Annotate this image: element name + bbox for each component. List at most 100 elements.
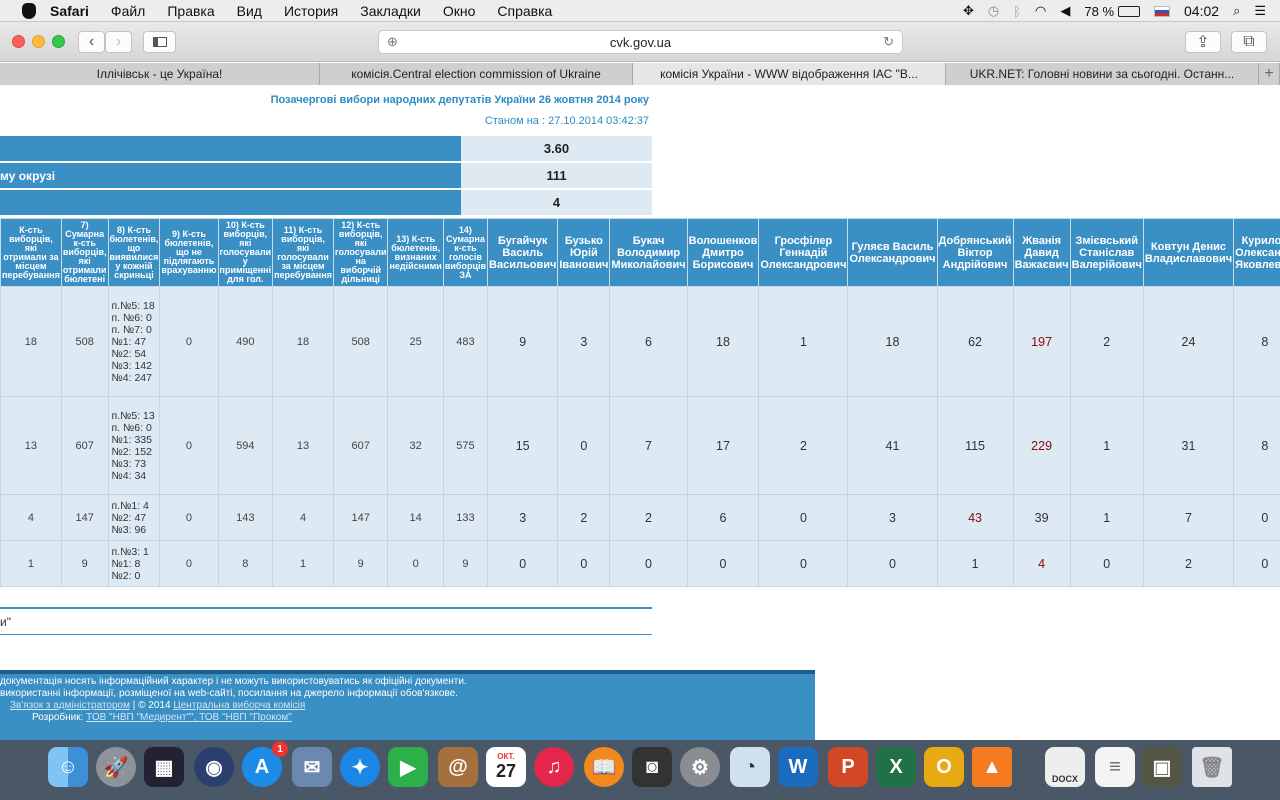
safari-icon[interactable]: ✦ (340, 747, 380, 787)
volume-icon[interactable]: ◀ (1060, 3, 1070, 19)
candidate-header[interactable]: Ковтун Денис Владиславович (1142, 218, 1235, 287)
menu-item-history[interactable]: История (284, 3, 338, 19)
vote-cell: 2 (557, 494, 611, 541)
footer-disclaimer: документація носять інформаційний характ… (0, 676, 467, 687)
apple-icon[interactable] (22, 2, 36, 19)
address-bar[interactable]: ⊕ cvk.gov.ua ↻ (378, 30, 903, 54)
vote-cell: 2 (758, 396, 849, 495)
trash-icon[interactable]: 🗑 (1192, 747, 1232, 787)
candidate-header[interactable]: Гуляєв Василь Олександрович (847, 218, 938, 287)
vlc-icon[interactable]: ▲ (972, 747, 1012, 787)
menu-item-edit[interactable]: Правка (167, 3, 214, 19)
show-tabs-button[interactable]: ⧉ (1231, 31, 1267, 53)
candidate-header[interactable]: Жванія Давид Важаєвич (1012, 218, 1071, 287)
vote-cell: 41 (847, 396, 938, 495)
election-title: Позачергові вибори народних депутатів Ук… (270, 94, 649, 106)
vote-cell: 1 (936, 540, 1014, 587)
menu-item-view[interactable]: Вид (237, 3, 262, 19)
clock[interactable]: 04:02 (1184, 3, 1219, 19)
add-page-icon[interactable]: ⊕ (387, 34, 398, 50)
docx-file-icon[interactable]: DOCX (1045, 747, 1085, 787)
notification-center-icon[interactable]: ☰ (1254, 3, 1266, 19)
dropbox-icon[interactable]: ✥ (963, 3, 974, 19)
tab-illichivsk[interactable]: Іллічівськ - це Україна! (0, 63, 320, 85)
mission-control-icon[interactable]: ▦ (144, 747, 184, 787)
table-cell: 14 (387, 494, 444, 541)
itunes-icon[interactable]: ♫ (534, 747, 574, 787)
tab-ukrnet[interactable]: UKR.NET: Головні новини за сьогодні. Ост… (946, 63, 1259, 85)
candidate-header[interactable]: Змієвський Станіслав Валерійович (1069, 218, 1144, 287)
spotlight-icon[interactable]: ⌕ (1233, 3, 1240, 19)
share-icon: ⇪ (1196, 34, 1210, 51)
candidate-header[interactable]: Бугайчук Василь Васильович (487, 218, 559, 287)
vote-cell: 7 (1142, 494, 1235, 541)
candidate-header[interactable]: Букач Володимир Миколайович (609, 218, 688, 287)
menu-item-bookmarks[interactable]: Закладки (360, 3, 421, 19)
candidate-header[interactable]: Волошенков Дмитро Борисович (686, 218, 760, 287)
contacts-icon[interactable]: @ (438, 747, 478, 787)
image-stack-icon[interactable]: ▣ (1142, 747, 1182, 787)
outlook-icon[interactable]: O (924, 747, 964, 787)
vote-cell: 2 (1142, 540, 1235, 587)
dashboard-icon[interactable]: ◉ (194, 747, 234, 787)
table-cell: 147 (60, 494, 109, 541)
facetime-icon[interactable]: ▶ (388, 747, 428, 787)
menu-item-help[interactable]: Справка (497, 3, 552, 19)
column-header: К-сть виборців, які отримали за місцем п… (0, 218, 62, 287)
vote-cell: 1 (758, 286, 849, 397)
vote-cell-leader: 4 (1012, 540, 1071, 587)
wifi-icon[interactable]: ◠ (1035, 3, 1046, 19)
table-cell: 0 (387, 540, 444, 587)
status-timestamp: Станом на : 27.10.2014 03:42:37 (484, 115, 649, 127)
app-store-badge: 1 (272, 741, 288, 757)
sidebar-button[interactable] (143, 31, 176, 53)
finder-icon[interactable]: ☺ (48, 747, 88, 787)
contact-admin-link[interactable]: Зв'язок з адміністратором (10, 700, 130, 711)
reload-icon[interactable]: ↻ (883, 34, 894, 50)
candidate-header[interactable]: Бузько Юрій Іванович (557, 218, 611, 287)
powerpoint-icon[interactable]: P (828, 747, 868, 787)
calendar-month: ОКТ. (497, 752, 515, 761)
bluetooth-icon[interactable]: ᛒ (1013, 4, 1021, 19)
share-button[interactable]: ⇪ (1185, 31, 1221, 53)
mail-icon[interactable]: ✉ (292, 747, 332, 787)
menu-item-file[interactable]: Файл (111, 3, 145, 19)
excel-icon[interactable]: X (876, 747, 916, 787)
candidate-header[interactable]: Курилов Олександр Яковлевич (1233, 218, 1280, 287)
forward-button[interactable]: › (105, 31, 132, 53)
document-icon[interactable]: ≡ (1095, 747, 1135, 787)
column-header: 14) Сумарна к-сть голосів виборців ЗА (442, 218, 489, 287)
photo-booth-icon[interactable]: ◙ (632, 747, 672, 787)
zoom-window-button[interactable] (52, 35, 65, 48)
ibooks-icon[interactable]: 📖 (584, 747, 624, 787)
vote-cell: 18 (686, 286, 760, 397)
vote-cell-leader: 43 (936, 494, 1014, 541)
word-icon[interactable]: W (778, 747, 818, 787)
flag-icon[interactable] (1154, 5, 1171, 17)
table-cell: 32 (387, 396, 444, 495)
close-window-button[interactable] (12, 35, 25, 48)
new-tab-button[interactable]: + (1259, 63, 1280, 85)
back-button[interactable]: ‹ (78, 31, 105, 53)
calendar-icon[interactable]: ОКТ. 27 (486, 747, 526, 787)
tab-cec-english[interactable]: комісія.Central election commission of U… (320, 63, 633, 85)
time-machine-icon[interactable]: ◷ (988, 3, 999, 19)
candidate-header[interactable]: Добрянський Віктор Андрійович (936, 218, 1014, 287)
app-store-icon[interactable]: A 1 (242, 741, 288, 787)
menu-app-name[interactable]: Safari (50, 3, 89, 19)
cec-link[interactable]: Центральна виборча комісія (173, 700, 305, 711)
browser-toolbar: ‹ › ⊕ cvk.gov.ua ↻ ⇪ ⧉ (0, 22, 1280, 62)
calendar-app-icon[interactable]: ◔ (730, 747, 770, 787)
tab-cec-ias[interactable]: комісія України - WWW відображення ІАС "… (633, 63, 946, 85)
table-cell: 25 (387, 286, 444, 397)
menu-item-window[interactable]: Окно (443, 3, 476, 19)
candidate-header[interactable]: Гросфілер Геннадій Олександрович (758, 218, 849, 287)
system-preferences-icon[interactable]: ⚙ (680, 747, 720, 787)
developer-link[interactable]: ТОВ "НВП "Медирент"", ТОВ "НВП "Проком" (86, 712, 292, 723)
table-cell: 13 (0, 396, 62, 495)
url-text[interactable]: cvk.gov.ua (610, 35, 671, 50)
battery-icon[interactable] (1118, 5, 1141, 17)
minimize-window-button[interactable] (32, 35, 45, 48)
launchpad-icon[interactable]: 🚀 (96, 747, 136, 787)
battery-percent[interactable]: 78 % (1084, 4, 1114, 19)
